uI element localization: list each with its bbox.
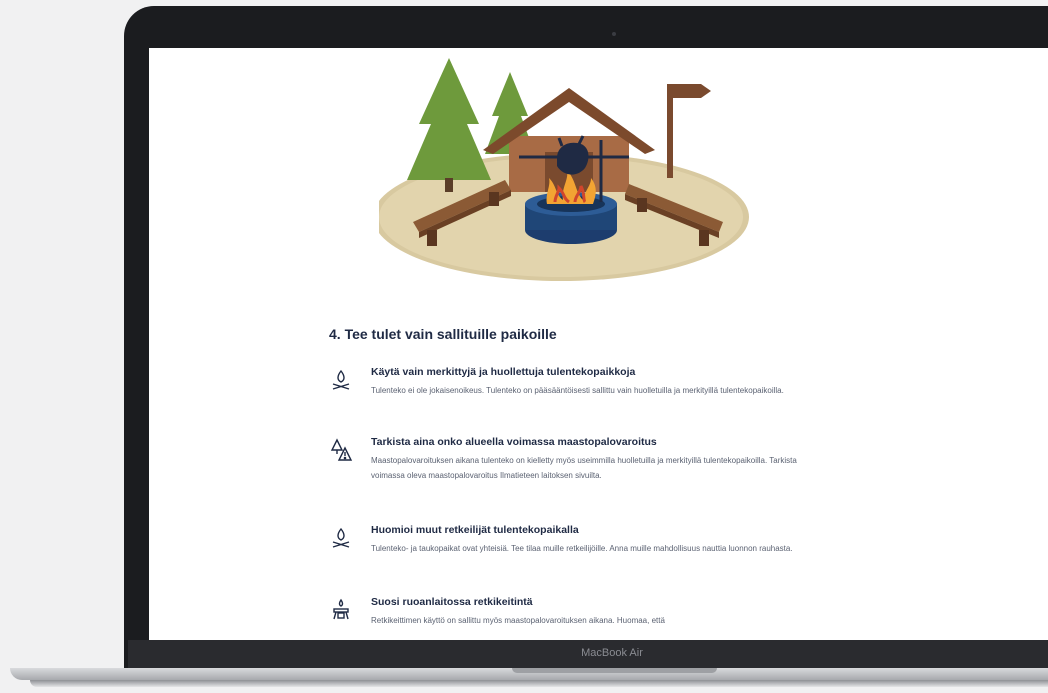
camera	[612, 32, 616, 36]
guideline-item: Suosi ruoanlaitossa retkikeitintä Retkik…	[329, 596, 809, 640]
guideline-text: Tulenteko- ja taukopaikat ovat yhteisiä.…	[371, 544, 793, 553]
guideline-text: Retkikeittimen käyttö on sallittu myös m…	[371, 616, 665, 625]
forest-fire-warning-icon	[330, 438, 353, 461]
section-title: 4. Tee tulet vain sallituille paikoille	[329, 326, 557, 342]
guideline-heading: Tarkista aina onko alueella voimassa maa…	[371, 436, 657, 448]
campfire-icon	[332, 527, 350, 548]
laptop-notch	[512, 668, 717, 673]
laptop-model-label: MacBook Air	[581, 647, 643, 659]
guideline-item: Huomioi muut retkeilijät tulentekopaikal…	[329, 524, 809, 580]
guideline-item: Tarkista aina onko alueella voimassa maa…	[329, 436, 809, 508]
guideline-text: Tulenteko ei ole jokaisenoikeus. Tulente…	[371, 386, 784, 395]
camping-stove-icon	[333, 598, 349, 620]
guideline-heading: Suosi ruoanlaitossa retkikeitintä	[371, 596, 533, 608]
laptop-base-shadow	[30, 680, 1048, 687]
campfire-hut-illustration	[379, 58, 749, 281]
guideline-heading: Huomioi muut retkeilijät tulentekopaikal…	[371, 524, 579, 536]
guideline-text: Maastopalovaroituksen aikana tulenteko o…	[371, 456, 797, 480]
guideline-heading: Käytä vain merkittyjä ja huollettuja tul…	[371, 366, 636, 378]
guideline-item: Käytä vain merkittyjä ja huollettuja tul…	[329, 366, 809, 422]
campfire-icon	[332, 369, 350, 390]
screen[interactable]: 4. Tee tulet vain sallituille paikoille …	[149, 48, 1048, 640]
